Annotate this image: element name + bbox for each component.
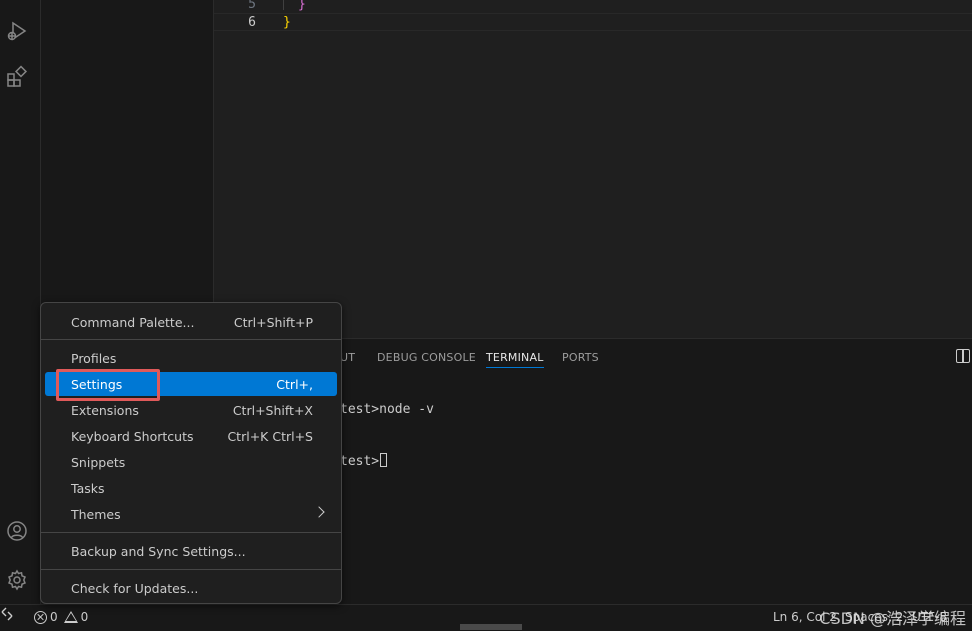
code-text: }	[298, 0, 306, 12]
menu-separator	[41, 339, 341, 340]
sidebar	[41, 0, 214, 338]
manage-gear-icon[interactable]	[4, 567, 30, 593]
menu-item-extensions[interactable]: Extensions Ctrl+Shift+X	[45, 398, 337, 422]
menu-item-label: Extensions	[71, 403, 139, 418]
menu-item-label: Command Palette...	[71, 315, 195, 330]
code-text: }	[283, 15, 291, 30]
menu-item-label: Themes	[71, 507, 121, 522]
menu-item-backup-sync[interactable]: Backup and Sync Settings...	[45, 539, 337, 563]
menu-item-shortcut: Ctrl+Shift+X	[232, 403, 313, 418]
menu-item-label: Tasks	[71, 481, 105, 496]
menu-item-tasks[interactable]: Tasks	[45, 476, 337, 500]
menu-item-label: Profiles	[71, 351, 117, 366]
terminal-prompt[interactable]: test>	[340, 453, 388, 469]
warning-count: 0	[80, 610, 89, 624]
menu-item-label: Snippets	[71, 455, 126, 470]
tab-output[interactable]: UT	[340, 351, 355, 364]
remote-icon[interactable]	[0, 605, 14, 623]
horizontal-scrollbar[interactable]	[460, 624, 522, 630]
problems-indicator[interactable]: 0 0	[34, 610, 88, 624]
manage-menu: Command Palette... Ctrl+Shift+P Profiles…	[40, 302, 342, 604]
error-count: 0	[50, 610, 58, 624]
menu-item-snippets[interactable]: Snippets	[45, 450, 337, 474]
line-number: 5	[248, 0, 256, 12]
highlight-annotation	[56, 369, 160, 401]
editor[interactable]: 5 } 6 }	[214, 0, 972, 338]
error-icon	[34, 610, 47, 624]
code-line-active: 6 }	[214, 13, 972, 31]
menu-item-check-updates[interactable]: Check for Updates...	[45, 576, 337, 600]
menu-item-shortcut: Ctrl+,	[276, 377, 313, 392]
extensions-icon[interactable]	[4, 64, 30, 90]
tab-debug-console[interactable]: DEBUG CONSOLE	[377, 351, 476, 364]
split-panel-icon[interactable]	[956, 349, 970, 363]
terminal-prompt-text: test>	[340, 454, 380, 469]
menu-item-profiles[interactable]: Profiles	[45, 346, 337, 370]
tab-ports[interactable]: PORTS	[562, 351, 599, 364]
line-number: 6	[248, 15, 256, 30]
menu-item-shortcut: Ctrl+Shift+P	[233, 315, 313, 330]
indent-guide	[283, 0, 284, 10]
watermark: CSDN @浩泽学编程	[819, 609, 966, 628]
menu-item-label: Check for Updates...	[71, 581, 199, 596]
menu-item-shortcut: Ctrl+K Ctrl+S	[227, 429, 313, 444]
menu-item-themes[interactable]: Themes	[45, 502, 337, 526]
menu-separator	[41, 569, 341, 570]
menu-item-keyboard-shortcuts[interactable]: Keyboard Shortcuts Ctrl+K Ctrl+S	[45, 424, 337, 448]
menu-item-label: Keyboard Shortcuts	[71, 429, 194, 444]
warning-icon	[63, 611, 78, 623]
run-debug-icon[interactable]	[4, 18, 30, 44]
terminal-line: test>node -v	[340, 402, 434, 417]
terminal-cursor	[380, 453, 388, 467]
menu-item-label: Backup and Sync Settings...	[71, 544, 246, 559]
menu-separator	[41, 532, 341, 533]
tab-terminal[interactable]: TERMINAL	[486, 351, 544, 368]
activity-bar	[0, 0, 41, 604]
code-line: 5 }	[214, 0, 972, 14]
status-bar: 0 0 Ln 6, Col 2 Spaces: 2 UTF-8 CSDN @浩泽…	[0, 604, 972, 631]
menu-item-command-palette[interactable]: Command Palette... Ctrl+Shift+P	[45, 310, 337, 334]
chevron-right-icon	[313, 506, 325, 518]
accounts-icon[interactable]	[4, 518, 30, 544]
